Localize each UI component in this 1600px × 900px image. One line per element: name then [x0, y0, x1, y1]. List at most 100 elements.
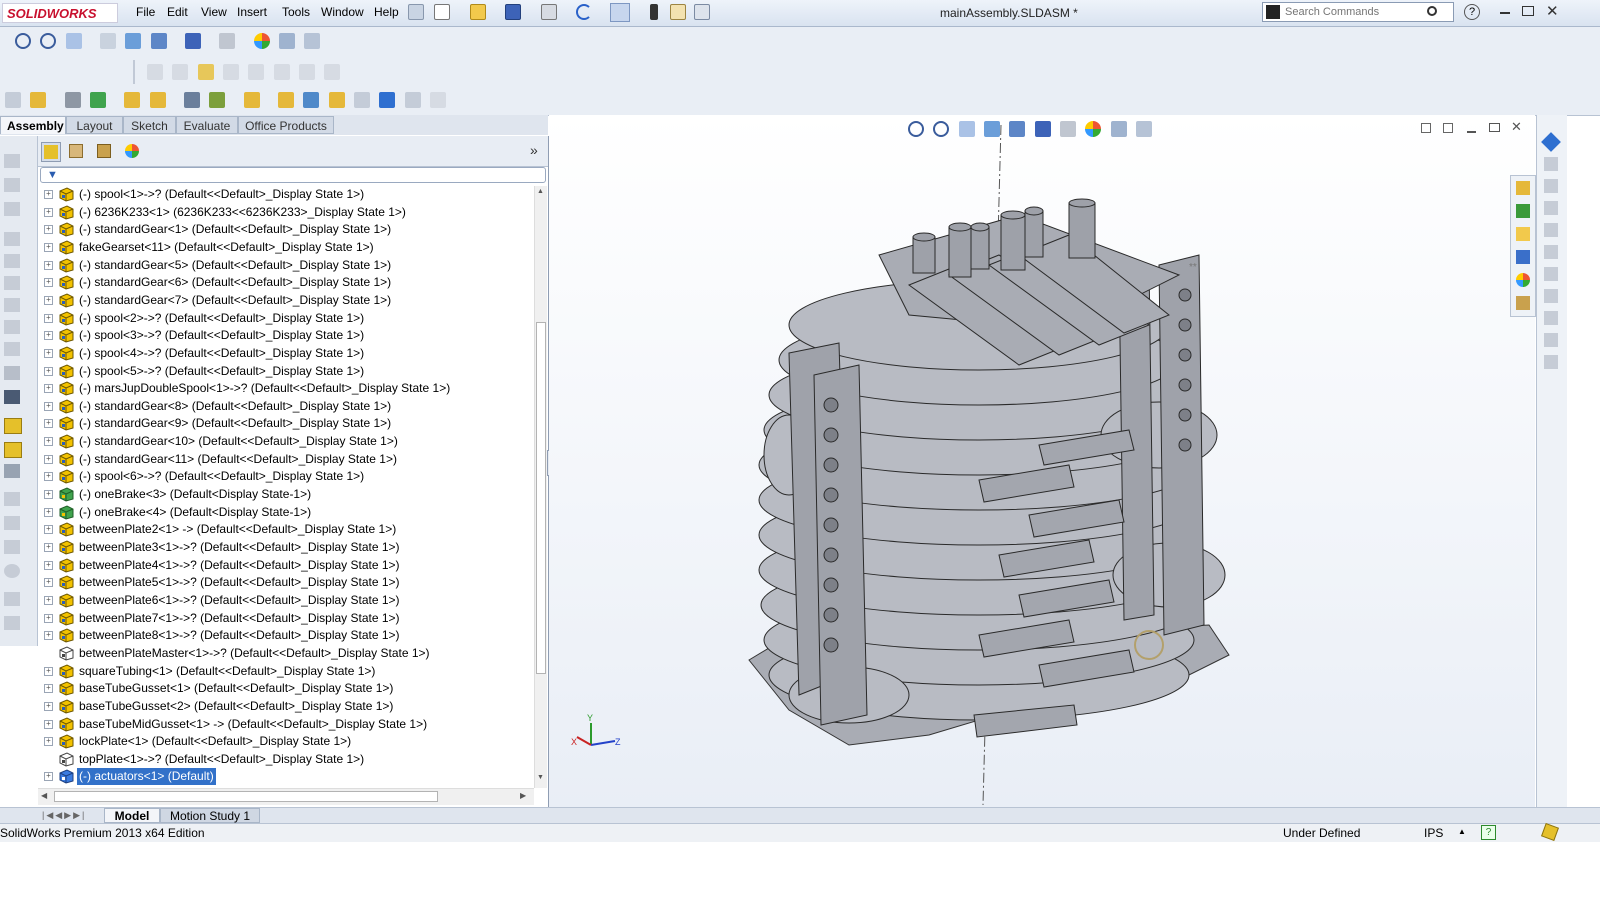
check-icon[interactable]: [1544, 311, 1558, 325]
tab-assembly[interactable]: Assembly: [0, 116, 66, 134]
zoom-icon[interactable]: [4, 616, 20, 630]
datum-icon[interactable]: [299, 64, 316, 80]
rebuild-traffic-light-icon[interactable]: [650, 4, 658, 20]
align-icon[interactable]: [4, 492, 20, 506]
expand-toggle-icon[interactable]: +: [44, 472, 53, 481]
snapshot-icon[interactable]: [430, 92, 447, 108]
hole-callout-icon[interactable]: [324, 64, 341, 80]
tab-evaluate[interactable]: Evaluate: [176, 116, 238, 134]
view-palette-icon[interactable]: [1516, 250, 1530, 264]
assembly-3d-model[interactable]: ** Y Z X: [549, 115, 1535, 807]
interference-icon[interactable]: [1544, 223, 1558, 237]
h-scroll-thumb[interactable]: [54, 791, 438, 802]
insert-components-icon[interactable]: [5, 92, 21, 108]
dimension-icon[interactable]: [4, 390, 20, 404]
tab-office-products[interactable]: Office Products: [238, 116, 334, 134]
expand-toggle-icon[interactable]: +: [44, 667, 53, 676]
appearance-icon[interactable]: [253, 33, 270, 49]
expand-toggle-icon[interactable]: +: [44, 772, 53, 781]
scene-icon[interactable]: [279, 33, 296, 49]
expand-toggle-icon[interactable]: +: [44, 208, 53, 217]
expand-toggle-icon[interactable]: +: [44, 349, 53, 358]
mass-properties-icon[interactable]: [1544, 201, 1558, 215]
weld-symbol-icon[interactable]: [273, 64, 290, 80]
view-settings-icon[interactable]: [304, 33, 321, 49]
undo-icon[interactable]: [576, 4, 592, 20]
custom-properties-icon[interactable]: [1516, 296, 1530, 310]
expand-toggle-icon[interactable]: +: [44, 437, 53, 446]
menu-tools[interactable]: Tools: [282, 5, 310, 19]
expand-toggle-icon[interactable]: +: [44, 314, 53, 323]
scroll-right-icon[interactable]: ▶: [520, 791, 526, 800]
menu-window[interactable]: Window: [321, 5, 364, 19]
file-explorer-icon[interactable]: [1516, 227, 1530, 241]
expand-toggle-icon[interactable]: +: [44, 596, 53, 605]
solidworks-logo[interactable]: SOLIDWORKS: [2, 3, 118, 23]
component-yellow-icon[interactable]: [4, 418, 22, 434]
expand-toggle-icon[interactable]: +: [44, 384, 53, 393]
open-folder-icon[interactable]: [470, 4, 486, 20]
design-library-icon[interactable]: [1516, 204, 1530, 218]
close-icon[interactable]: ✕: [1546, 2, 1559, 20]
smart-dimension-icon[interactable]: [172, 64, 189, 80]
expand-toggle-icon[interactable]: +: [44, 543, 53, 552]
file-properties-icon[interactable]: [670, 4, 686, 20]
property-manager-tab-icon[interactable]: [67, 142, 87, 162]
table-icon[interactable]: [4, 464, 20, 478]
feature-tree-tab-icon[interactable]: [41, 142, 61, 162]
tab-layout[interactable]: Layout: [66, 116, 123, 134]
sketch-tool-icon[interactable]: [147, 64, 163, 80]
draft-analysis-icon[interactable]: [1544, 355, 1558, 369]
scroll-left-icon[interactable]: ◀: [41, 791, 47, 800]
large-assembly-icon[interactable]: [404, 92, 421, 108]
surface-finish-icon[interactable]: [248, 64, 265, 80]
units-up-icon[interactable]: ▲: [1458, 827, 1466, 836]
view-orientation-icon[interactable]: [125, 33, 142, 49]
tree-horizontal-scrollbar[interactable]: ◀ ▶: [38, 788, 534, 805]
tab-motion-study-1[interactable]: Motion Study 1: [160, 808, 260, 823]
expand-toggle-icon[interactable]: +: [44, 578, 53, 587]
expand-toggle-icon[interactable]: +: [44, 243, 53, 252]
previous-view-icon[interactable]: [65, 33, 82, 49]
clip-icon[interactable]: [64, 92, 81, 108]
restore-icon[interactable]: [1522, 6, 1534, 16]
exploded-view-icon[interactable]: [328, 92, 345, 108]
expand-toggle-icon[interactable]: +: [44, 367, 53, 376]
tree-filter-bar[interactable]: ▼: [40, 167, 546, 183]
layer-icon[interactable]: [4, 540, 20, 554]
expand-toggle-icon[interactable]: +: [44, 331, 53, 340]
instant3d-icon[interactable]: [379, 92, 396, 108]
assembly-features-icon[interactable]: [209, 92, 226, 108]
expand-toggle-icon[interactable]: +: [44, 261, 53, 270]
curvature-icon[interactable]: [1544, 333, 1558, 347]
tab-sketch[interactable]: Sketch: [123, 116, 176, 134]
expand-toggle-icon[interactable]: +: [44, 190, 53, 199]
move-component-icon[interactable]: [149, 92, 166, 108]
fillet-icon[interactable]: [4, 366, 20, 380]
zoom-to-fit-icon[interactable]: [15, 33, 31, 49]
arc-icon[interactable]: [4, 298, 20, 312]
menu-insert[interactable]: Insert: [237, 5, 267, 19]
revolve-icon[interactable]: [4, 202, 20, 216]
expand-toggle-icon[interactable]: +: [44, 490, 53, 499]
graphics-viewport[interactable]: ✕ ** Y Z X: [549, 115, 1535, 807]
search-commands-box[interactable]: [1262, 2, 1454, 22]
tab-model[interactable]: Model: [104, 808, 160, 823]
filter-funnel-icon[interactable]: ▼: [47, 169, 58, 181]
search-icon[interactable]: [1427, 6, 1437, 16]
scroll-thumb[interactable]: [536, 322, 546, 674]
explode-line-icon[interactable]: [354, 92, 371, 108]
zoom-to-area-icon[interactable]: [40, 33, 57, 49]
display-manager-tab-icon[interactable]: [123, 142, 143, 162]
rotate-icon[interactable]: [4, 564, 20, 578]
menu-file[interactable]: File: [136, 5, 155, 19]
menu-view[interactable]: View: [201, 5, 227, 19]
linear-pattern-icon[interactable]: [90, 92, 107, 108]
hide-show-icon[interactable]: [219, 33, 236, 49]
view-cube-icon[interactable]: [185, 33, 202, 49]
section-view-icon[interactable]: [100, 33, 117, 49]
mate-icon[interactable]: [30, 92, 47, 108]
note-icon[interactable]: [197, 64, 214, 80]
expand-toggle-icon[interactable]: +: [44, 278, 53, 287]
distribute-icon[interactable]: [4, 516, 20, 530]
